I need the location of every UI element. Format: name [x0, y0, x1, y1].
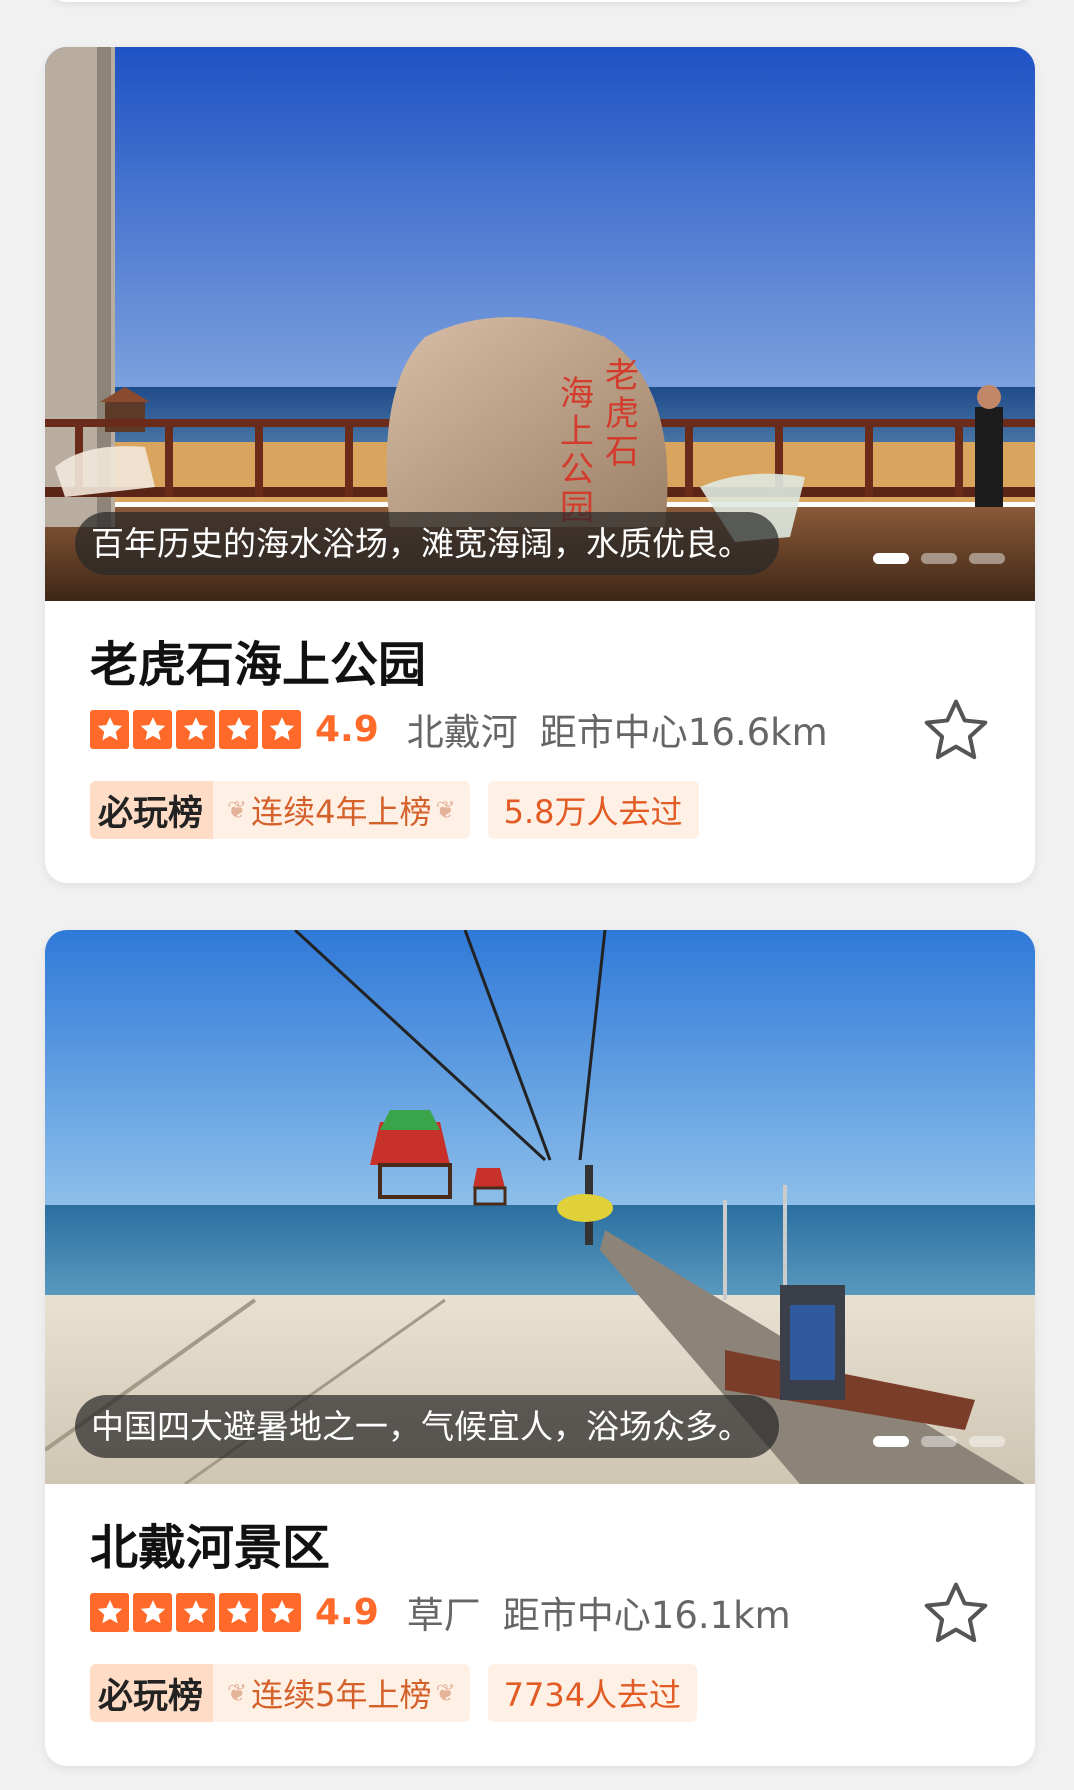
star-icon	[176, 709, 215, 749]
visited-count-badge: 5.8万人去过	[487, 781, 699, 839]
star-outline-icon	[924, 1582, 988, 1643]
svg-text:虎: 虎	[605, 394, 639, 434]
must-play-logo: 必玩榜	[90, 781, 214, 839]
star-icon	[90, 709, 129, 749]
laurel-icon: ❦	[435, 1679, 456, 1707]
attraction-photo-carousel[interactable]: 老 虎 石 海 上 公 园 百年历史的海水浴场，滩宽海阔，水质优良。	[45, 47, 1035, 601]
laurel-icon: ❦	[435, 796, 456, 824]
rank-streak-label: 连续5年上榜	[251, 1676, 432, 1714]
badge-row: 必玩榜 ❦ 连续5年上榜 ❦ 7734人去过	[90, 1664, 698, 1722]
carousel-dot	[969, 1436, 1005, 1447]
svg-text:老: 老	[605, 356, 639, 396]
star-icon	[176, 1592, 215, 1632]
laurel-icon: ❦	[227, 1679, 248, 1707]
star-icon	[133, 1592, 172, 1632]
rank-streak-label: 连续4年上榜	[251, 793, 432, 831]
svg-text:公: 公	[560, 450, 594, 490]
rank-streak: ❦ 连续5年上榜 ❦	[213, 1664, 470, 1722]
attraction-photo-carousel[interactable]: 中国四大避暑地之一，气候宜人，浴场众多。	[45, 930, 1035, 1484]
carousel-dot-active	[873, 1436, 909, 1447]
must-play-rank-badge[interactable]: 必玩榜 ❦ 连续5年上榜 ❦	[90, 1664, 470, 1722]
attraction-title[interactable]: 北戴河景区	[90, 1508, 330, 1578]
rating-row: 4.9 草厂 距市中心16.1km	[90, 1591, 791, 1637]
carousel-dot	[921, 553, 957, 564]
svg-text:海: 海	[560, 374, 594, 414]
star-outline-icon	[924, 699, 988, 760]
region-label: 北戴河	[406, 711, 518, 754]
photo-caption: 中国四大避暑地之一，气候宜人，浴场众多。	[75, 1395, 779, 1458]
rating-score: 4.9	[315, 1591, 379, 1633]
star-rating	[90, 709, 301, 749]
rank-streak: ❦ 连续4年上榜 ❦	[213, 781, 470, 839]
distance-label: 距市中心16.6km	[539, 711, 828, 754]
attraction-card[interactable]: 中国四大避暑地之一，气候宜人，浴场众多。 北戴河景区 4.9 草厂 距市中心16…	[45, 930, 1035, 1766]
star-icon	[262, 709, 301, 749]
carousel-dot	[921, 1436, 957, 1447]
star-icon	[219, 709, 258, 749]
rating-row: 4.9 北戴河 距市中心16.6km	[90, 708, 828, 754]
attraction-title[interactable]: 老虎石海上公园	[90, 625, 426, 695]
previous-card-edge	[45, 0, 1035, 2]
star-icon	[133, 709, 172, 749]
badge-row: 必玩榜 ❦ 连续4年上榜 ❦ 5.8万人去过	[90, 781, 699, 839]
visited-count-badge: 7734人去过	[487, 1664, 698, 1722]
favorite-button[interactable]	[919, 693, 993, 767]
carousel-dot	[969, 553, 1005, 564]
favorite-button[interactable]	[919, 1576, 993, 1650]
svg-text:上: 上	[560, 412, 594, 452]
star-icon	[90, 1592, 129, 1632]
must-play-rank-badge[interactable]: 必玩榜 ❦ 连续4年上榜 ❦	[90, 781, 470, 839]
star-rating	[90, 1592, 301, 1632]
laurel-icon: ❦	[227, 796, 248, 824]
star-icon	[219, 1592, 258, 1632]
star-icon	[262, 1592, 301, 1632]
distance-label: 距市中心16.1km	[502, 1594, 791, 1637]
carousel-indicator	[873, 1436, 1005, 1447]
must-play-logo: 必玩榜	[90, 1664, 214, 1722]
svg-text:石: 石	[605, 432, 639, 472]
carousel-dot-active	[873, 553, 909, 564]
carousel-indicator	[873, 553, 1005, 564]
photo-caption: 百年历史的海水浴场，滩宽海阔，水质优良。	[75, 512, 779, 575]
rating-score: 4.9	[315, 708, 379, 750]
region-label: 草厂	[406, 1594, 481, 1637]
attraction-card[interactable]: 老 虎 石 海 上 公 园 百年历史的海水浴场，滩宽海阔，水质优良。 老虎石海上…	[45, 47, 1035, 883]
